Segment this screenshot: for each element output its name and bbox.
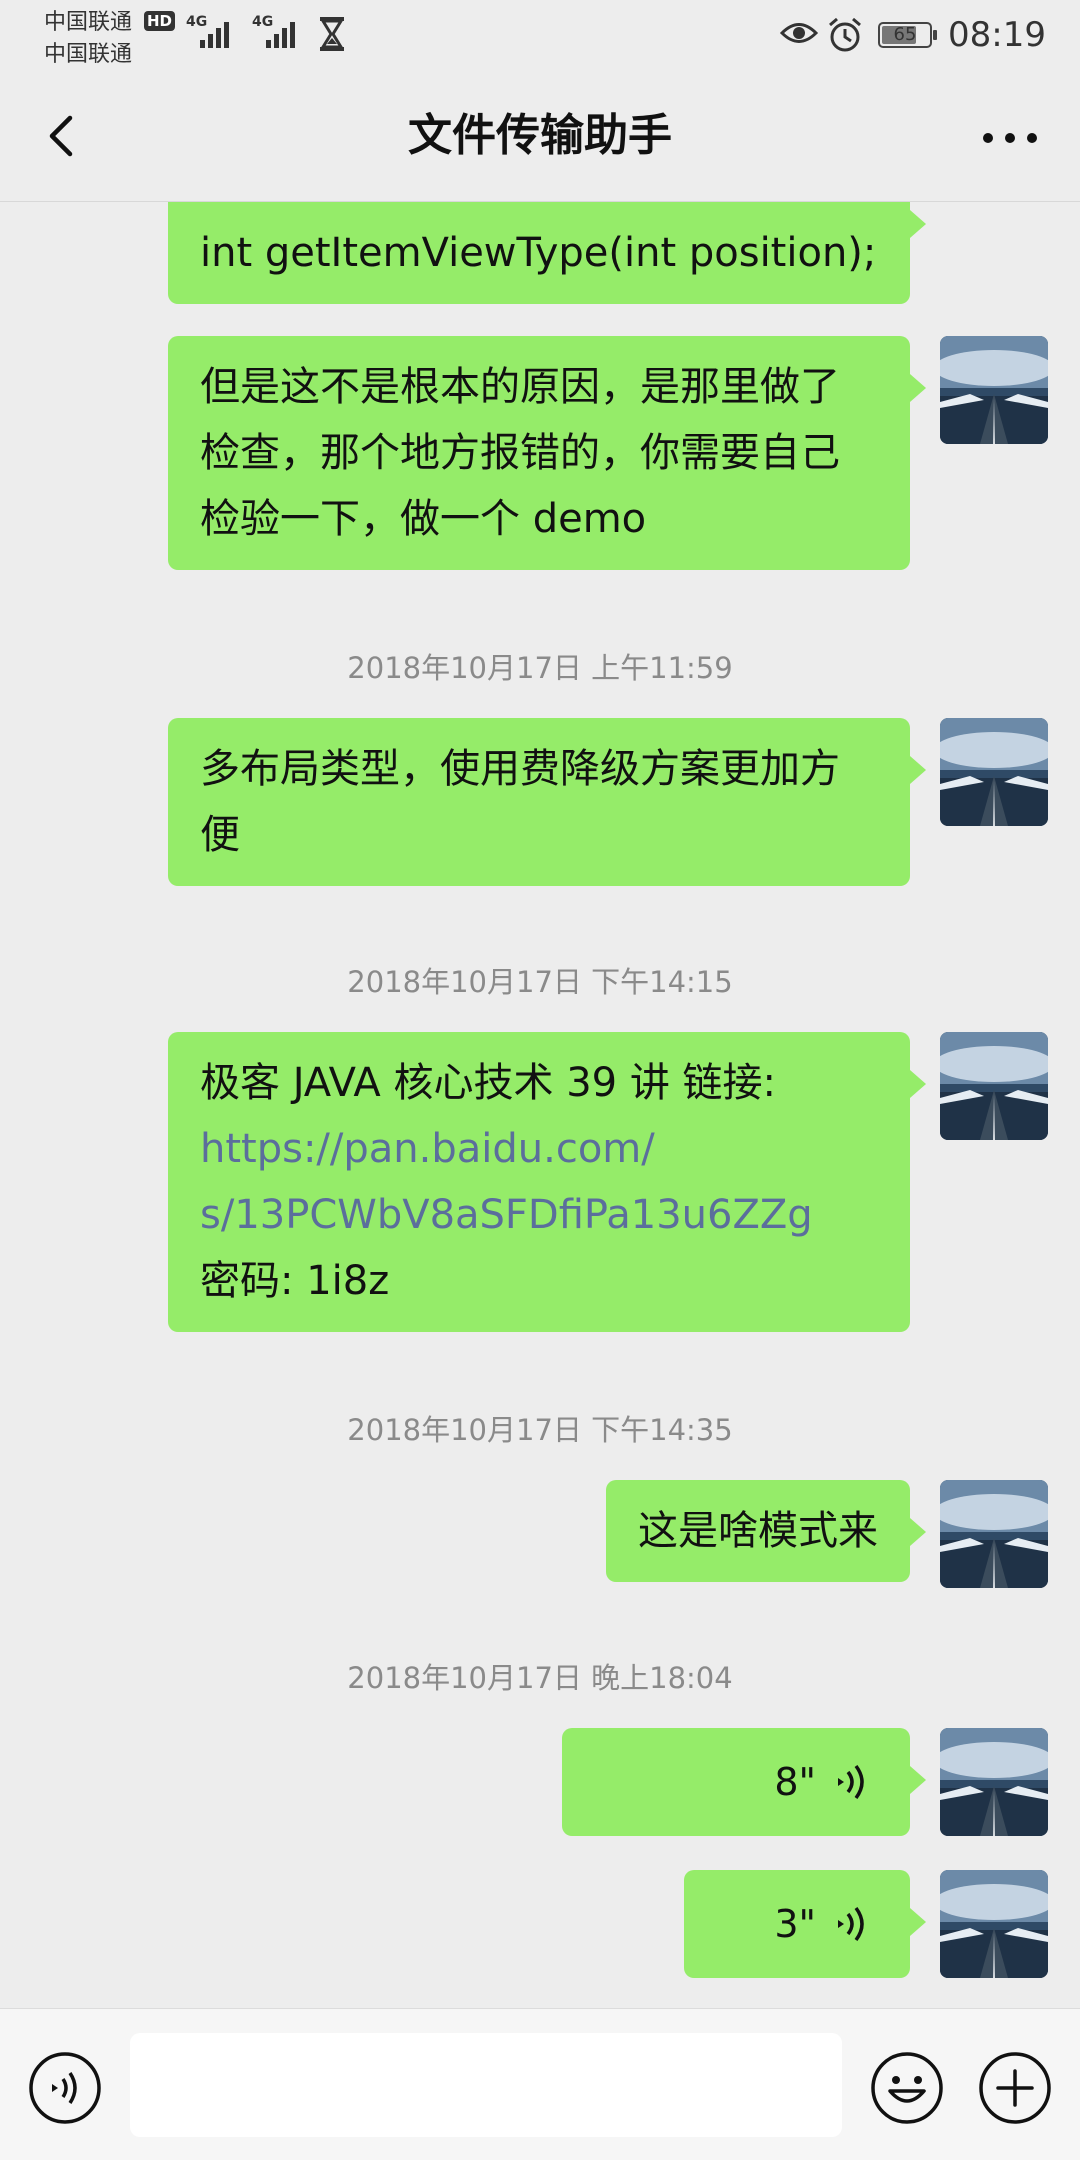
avatar-image <box>940 1032 1048 1140</box>
voice-input-icon[interactable] <box>26 2049 104 2127</box>
timestamp: 2018年10月17日 晚上18:04 <box>347 1661 733 1695</box>
message-text: 这是啥模式来 <box>638 1508 878 1554</box>
avatar-image <box>940 1480 1048 1588</box>
message-bubble[interactable]: 多布局类型，使用费降级方案更加方便 <box>168 718 926 886</box>
message-text: 多布局类型，使用费降级方案更加方便 <box>200 746 840 858</box>
timestamp: 2018年10月17日 下午14:15 <box>347 965 733 999</box>
message-input[interactable] <box>130 2033 842 2137</box>
more-dots-icon[interactable] <box>970 110 1050 166</box>
chat-header: 文件传输助手 <box>0 70 1080 202</box>
message-text: 极客 JAVA 核心技术 39 讲 链接: <box>200 1060 777 1106</box>
voice-wave-icon <box>838 1906 864 1942</box>
message-link[interactable]: s/13PCWbV8aSFDfiPa13u6ZZg <box>200 1182 878 1248</box>
timestamp: 2018年10月17日 上午11:59 <box>347 651 733 685</box>
avatar[interactable] <box>940 1032 1048 1140</box>
avatar-image <box>940 1870 1048 1978</box>
avatar-image <box>940 336 1048 444</box>
avatar[interactable] <box>940 1728 1048 1836</box>
page-title: 文件传输助手 <box>408 110 672 161</box>
carrier-name-2: 中国联通 <box>44 42 133 67</box>
message-bubble[interactable]: 极客 JAVA 核心技术 39 讲 链接: https://pan.baidu.… <box>168 1032 926 1332</box>
plus-icon[interactable] <box>976 2049 1054 2127</box>
message-bubble[interactable]: 这是啥模式来 <box>606 1480 926 1582</box>
avatar-image <box>940 1728 1048 1836</box>
message-text: 但是这不是根本的原因，是那里做了检查，那个地方报错的，你需要自己检验一下，做一个… <box>200 364 840 542</box>
hd-badge: HD <box>144 11 176 31</box>
voice-duration: 3" <box>774 1902 816 1946</box>
voice-wave-icon <box>838 1764 864 1800</box>
message-text: int getItemViewType(int position); <box>200 230 877 276</box>
emoji-icon[interactable] <box>868 2049 946 2127</box>
avatar[interactable] <box>940 336 1048 444</box>
clock: 08:19 <box>948 15 1046 55</box>
voice-duration: 8" <box>774 1760 816 1804</box>
carrier-name-1: 中国联通 <box>44 10 133 35</box>
message-bubble[interactable]: int getItemViewType(int position); <box>168 202 926 304</box>
status-bar: 中国联通 中国联通 HD 4G 4G 65 08:19 <box>0 0 1080 70</box>
message-link[interactable]: https://pan.baidu.com/ <box>200 1116 878 1182</box>
eye-icon <box>780 23 818 43</box>
battery-level: 65 <box>893 24 917 45</box>
hourglass-icon <box>320 17 344 51</box>
timestamp: 2018年10月17日 下午14:35 <box>347 1413 733 1447</box>
input-bar <box>0 2008 1080 2160</box>
voice-message[interactable]: 3" <box>684 1870 926 1978</box>
battery-icon: 65 <box>878 22 937 48</box>
message-text: 密码: 1i8z <box>200 1258 390 1304</box>
alarm-icon <box>829 17 861 52</box>
avatar[interactable] <box>940 1870 1048 1978</box>
avatar-image <box>940 718 1048 826</box>
voice-message[interactable]: 8" <box>562 1728 926 1836</box>
message-bubble[interactable]: 但是这不是根本的原因，是那里做了检查，那个地方报错的，你需要自己检验一下，做一个… <box>168 336 926 570</box>
message-list[interactable]: int getItemViewType(int position); 但是这不是… <box>0 202 1080 2008</box>
avatar[interactable] <box>940 1480 1048 1588</box>
avatar[interactable] <box>940 718 1048 826</box>
